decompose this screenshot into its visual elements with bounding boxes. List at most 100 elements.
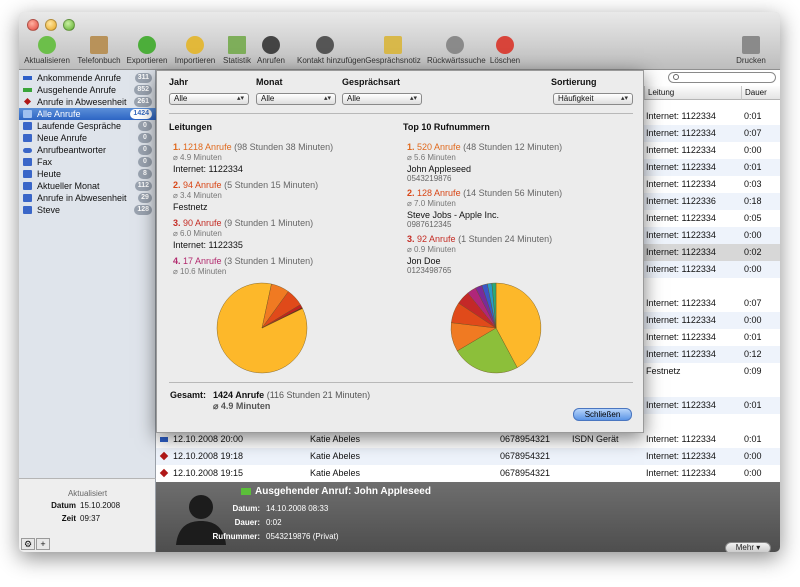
total-average: ⌀ 4.9 Minuten [213, 401, 271, 411]
table-row[interactable]: 12.10.2008 20:00 Katie Abeles 0678954321 IS… [156, 431, 780, 448]
year-select[interactable]: Alle ▴▾ [169, 93, 249, 105]
folder-icon [23, 122, 32, 130]
sidebar-item-missed-folder[interactable]: Anrufe in Abwesenheit 29 [19, 192, 156, 204]
sidebar-item-current-month[interactable]: Aktueller Monat 112 [19, 180, 156, 192]
line-cell: Internet: 1122334 [646, 145, 716, 155]
close-window-button[interactable] [27, 19, 39, 31]
magnifier-icon [446, 36, 464, 54]
line-cell: Internet: 1122334 [646, 315, 716, 325]
line-cell: Internet: 1122336 [646, 196, 716, 206]
column-header-duration[interactable]: Dauer [741, 86, 780, 100]
sort-select[interactable]: Häufigkeit ▴▾ [553, 93, 633, 105]
settings-gear-button[interactable]: ⚙ [21, 538, 35, 550]
total-label: Gesamt: [170, 390, 207, 400]
sidebar-item-ongoing[interactable]: Laufende Gespräche 0 [19, 120, 156, 132]
line_a-cell: ISDN Gerät [572, 434, 619, 444]
add-contact-icon [316, 36, 334, 54]
export-icon [138, 36, 156, 54]
pencil-icon [384, 36, 402, 54]
toolbar-note-button[interactable]: Gesprächsnotiz [365, 36, 421, 65]
duration-cell: 0:00 [744, 230, 762, 240]
sidebar-item-steve[interactable]: Steve 128 [19, 204, 156, 216]
table-row[interactable]: 12.10.2008 19:18 Katie Abeles 0678954321 In… [156, 448, 780, 465]
sidebar-item-incoming[interactable]: Ankommende Anrufe 311 [19, 72, 156, 84]
printer-icon [742, 36, 760, 54]
sidebar-item-missed[interactable]: Anrufe in Abwesenheit 261 [19, 96, 156, 108]
line-cell: Internet: 1122334 [646, 400, 716, 410]
toolbar-print-button[interactable]: Drucken [723, 36, 779, 65]
line-cell: Internet: 1122334 [646, 162, 716, 172]
toolbar-reverse-search-button[interactable]: Rückwärtssuche [427, 36, 486, 65]
phonebook-icon [90, 36, 108, 54]
lines-title: Leitungen [169, 122, 212, 132]
line-cell: Internet: 1122334 [646, 451, 716, 461]
folder-icon [23, 194, 32, 202]
month-select[interactable]: Alle ▴▾ [256, 93, 336, 105]
search-input[interactable] [668, 72, 776, 83]
outgoing-arrow-icon [23, 88, 32, 92]
total-value: 1424 Anrufe (116 Stunden 21 Minuten) [213, 390, 371, 400]
more-button[interactable]: Mehr ▾ [725, 542, 771, 552]
call-detail-panel: Ausgehender Anruf: John Appleseed Datum:… [156, 482, 780, 552]
sidebar-item-new-calls[interactable]: Neue Anrufe 0 [19, 132, 156, 144]
duration-cell: 0:05 [744, 213, 762, 223]
number-cell: 0678954321 [500, 451, 551, 461]
toolbar-delete-button[interactable]: Löschen [477, 36, 533, 65]
line-cell: Internet: 1122334 [646, 230, 716, 240]
toolbar-add-contact-button[interactable]: Kontakt hinzufügen [297, 36, 366, 65]
sidebar-item-all-calls[interactable]: Alle Anrufe 1424 [19, 108, 156, 120]
zoom-window-button[interactable] [63, 19, 75, 31]
filter-sort-label: Sortierung [551, 77, 597, 87]
duration-cell: 0:01 [744, 162, 762, 172]
delete-icon [496, 36, 514, 54]
table-row[interactable]: 12.10.2008 19:15 Katie Abeles 0678954321 In… [156, 465, 780, 482]
outgoing-arrow-icon [241, 488, 251, 495]
column-header-line[interactable]: Leitung [644, 86, 741, 100]
top-number-entry: 1. 520 Anrufe (48 Stunden 12 Minuten) ⌀ … [407, 142, 563, 183]
duration-cell: 0:01 [744, 400, 762, 410]
sidebar-item-voicemail[interactable]: Anrufbeantworter 0 [19, 144, 156, 156]
close-button[interactable]: Schließen [573, 408, 632, 421]
duration-cell: 0:02 [744, 247, 762, 257]
minimize-window-button[interactable] [45, 19, 57, 31]
top-numbers-title: Top 10 Rufnummern [403, 122, 490, 132]
date-cell: 12.10.2008 20:00 [173, 434, 244, 444]
chevron-updown-icon: ▴▾ [236, 95, 244, 102]
toolbar-call-button[interactable]: Anrufen [243, 36, 299, 65]
sidebar-item-today[interactable]: Heute 8 [19, 168, 156, 180]
toolbar-refresh-button[interactable]: Aktualisieren [19, 36, 75, 65]
date-cell: 12.10.2008 19:18 [173, 451, 244, 461]
name-cell: Katie Abeles [310, 468, 361, 478]
name-cell: Katie Abeles [310, 451, 361, 461]
add-folder-button[interactable]: + [36, 538, 50, 550]
folder-icon [23, 110, 32, 118]
top-number-entry: 3. 92 Anrufe (1 Stunden 24 Minuten) ⌀ 0.… [407, 234, 553, 275]
folder-icon [23, 182, 32, 190]
line-cell: Internet: 1122334 [646, 349, 716, 359]
chevron-updown-icon: ▴▾ [409, 95, 417, 102]
duration-cell: 0:00 [744, 145, 762, 155]
folder-icon [23, 170, 32, 178]
duration-cell: 0:07 [744, 128, 762, 138]
line-cell: Festnetz [646, 366, 681, 376]
toolbar: Aktualisieren Telefonbuch Exportieren Im… [19, 12, 780, 70]
line-cell: Internet: 1122334 [646, 332, 716, 342]
type-select[interactable]: Alle ▴▾ [342, 93, 422, 105]
line-cell: Internet: 1122334 [646, 111, 716, 121]
duration-cell: 0:00 [744, 451, 762, 461]
duration-cell: 0:00 [744, 264, 762, 274]
line-cell: Internet: 1122334 [646, 434, 716, 444]
import-icon [186, 36, 204, 54]
duration-cell: 0:01 [744, 434, 762, 444]
sidebar-item-outgoing[interactable]: Ausgehende Anrufe 852 [19, 84, 156, 96]
line-entry: 3. 90 Anrufe (9 Stunden 1 Minuten) ⌀ 6.0… [173, 218, 314, 250]
duration-cell: 0:18 [744, 196, 762, 206]
sidebar-item-fax[interactable]: Fax 0 [19, 156, 156, 168]
duration-cell: 0:09 [744, 366, 762, 376]
duration-cell: 0:07 [744, 298, 762, 308]
chevron-updown-icon: ▴▾ [323, 95, 331, 102]
line-cell: Internet: 1122334 [646, 247, 716, 257]
line-entry: 1. 1218 Anrufe (98 Stunden 38 Minuten) ⌀… [173, 142, 334, 174]
voicemail-icon [23, 148, 32, 153]
name-cell: Katie Abeles [310, 434, 361, 444]
